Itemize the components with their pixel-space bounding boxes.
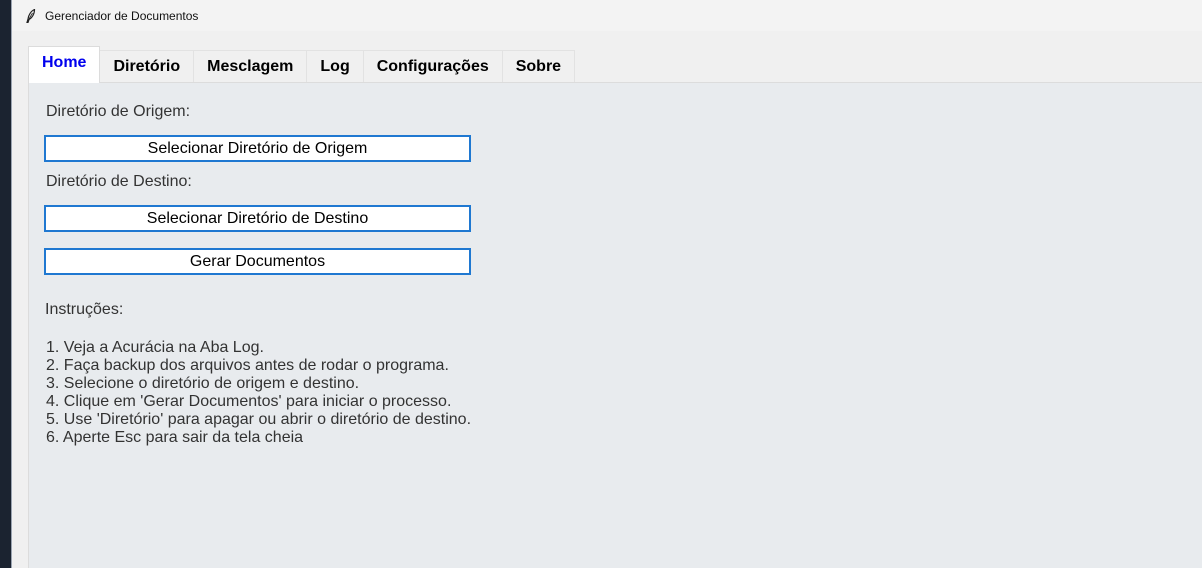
instructions-list: 1. Veja a Acurácia na Aba Log. 2. Faça b…: [46, 339, 471, 447]
tab-sobre[interactable]: Sobre: [501, 50, 576, 83]
instructions-title: Instruções:: [45, 301, 124, 318]
generate-documents-button[interactable]: Gerar Documentos: [44, 248, 471, 275]
select-origin-button[interactable]: Selecionar Diretório de Origem: [44, 135, 471, 162]
instruction-item: 5. Use 'Diretório' para apagar ou abrir …: [46, 411, 472, 428]
tab-configuracoes[interactable]: Configurações: [362, 50, 503, 83]
tab-diretorio[interactable]: Diretório: [99, 50, 195, 83]
instruction-item: 3. Selecione o diretório de origem e des…: [46, 375, 360, 392]
tab-mesclagem[interactable]: Mesclagem: [193, 50, 308, 83]
select-destination-button[interactable]: Selecionar Diretório de Destino: [44, 205, 471, 232]
instruction-item: 2. Faça backup dos arquivos antes de rod…: [46, 357, 449, 374]
instruction-item: 1. Veja a Acurácia na Aba Log.: [46, 339, 264, 356]
destination-label: Diretório de Destino:: [46, 173, 192, 190]
window-title: Gerenciador de Documentos: [45, 8, 199, 23]
app-window: Gerenciador de Documentos Home Diretório…: [11, 0, 1202, 568]
instruction-item: 4. Clique em 'Gerar Documentos' para ini…: [46, 393, 452, 410]
origin-label: Diretório de Origem:: [46, 103, 191, 120]
tab-log[interactable]: Log: [306, 50, 364, 83]
notebook: Home Diretório Mesclagem Log Configuraçõ…: [28, 46, 1202, 568]
instruction-item: 6. Aperte Esc para sair da tela cheia: [46, 429, 304, 446]
home-panel: Diretório de Origem: Selecionar Diretóri…: [28, 82, 1202, 568]
tab-home[interactable]: Home: [28, 46, 101, 83]
tab-bar: Home Diretório Mesclagem Log Configuraçõ…: [28, 46, 576, 83]
title-bar: Gerenciador de Documentos: [12, 0, 1202, 31]
feather-icon: [24, 8, 38, 23]
main-area: Home Diretório Mesclagem Log Configuraçõ…: [12, 31, 1202, 568]
